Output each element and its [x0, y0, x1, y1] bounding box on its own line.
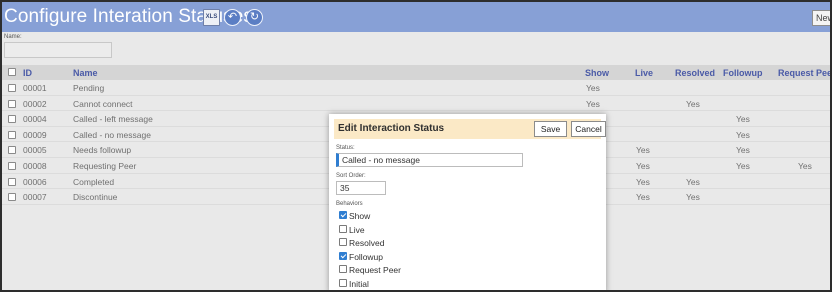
row-id: 00004	[23, 114, 47, 125]
followup-checkbox[interactable]	[339, 251, 347, 260]
row-followup-value: Yes	[736, 129, 750, 140]
row-name: Requesting Peer	[73, 160, 137, 171]
row-id: 00007	[23, 192, 47, 203]
row-resolved-value: Yes	[686, 98, 700, 109]
row-id: 00006	[23, 176, 47, 187]
new-button[interactable]: New	[812, 10, 830, 26]
column-header-request-peer[interactable]: Request Peer	[778, 68, 830, 78]
row-id: 00005	[23, 145, 47, 156]
excel-export-icon[interactable]: XLS	[203, 9, 220, 26]
request-peer-checkbox[interactable]	[339, 265, 347, 274]
row-id: 00001	[23, 83, 47, 93]
row-name: Cannot connect	[73, 98, 133, 109]
row-checkbox[interactable]	[8, 84, 16, 92]
status-label: Status:	[336, 145, 355, 151]
row-checkbox[interactable]	[8, 177, 16, 186]
row-followup-value: Yes	[736, 114, 750, 125]
initial-label: Initial	[349, 279, 369, 289]
name-filter-label: Name:	[4, 34, 22, 40]
table-row[interactable]: 00002 Cannot connect Yes Yes	[2, 95, 830, 112]
row-show-value: Yes	[586, 83, 600, 93]
app-frame: Configure Interation Statuses XLS ↶ ↻ Ne…	[0, 0, 832, 292]
row-name: Called - left message	[73, 114, 153, 125]
row-live-value: Yes	[636, 176, 650, 187]
back-arrow-icon[interactable]: ↶	[224, 9, 241, 26]
row-show-value: Yes	[586, 98, 600, 109]
table-row[interactable]: 00001 Pending Yes	[2, 80, 830, 96]
row-checkbox[interactable]	[8, 193, 16, 202]
row-live-value: Yes	[636, 160, 650, 171]
dialog-title: Edit Interaction Status	[338, 123, 445, 134]
row-id: 00009	[23, 129, 47, 140]
row-id: 00002	[23, 98, 47, 109]
edit-status-dialog: Edit Interaction Status Save Cancel Stat…	[329, 114, 606, 290]
page-header: Configure Interation Statuses XLS ↶ ↻ Ne…	[2, 2, 830, 32]
row-request-value: Yes	[798, 160, 812, 171]
resolved-checkbox[interactable]	[339, 238, 347, 247]
table-header-row: ID Name Show Live Resolved Followup Requ…	[2, 65, 830, 80]
show-checkbox[interactable]	[339, 211, 347, 219]
name-filter-input[interactable]	[4, 42, 112, 58]
row-followup-value: Yes	[736, 145, 750, 156]
sort-order-input[interactable]: 35	[336, 181, 386, 195]
live-label: Live	[349, 224, 365, 235]
row-name: Pending	[73, 83, 105, 93]
request-peer-label: Request Peer	[349, 265, 401, 276]
status-input[interactable]: Called - no message	[336, 153, 523, 167]
column-header-live[interactable]: Live	[635, 68, 653, 78]
row-checkbox[interactable]	[8, 161, 16, 170]
column-header-id[interactable]: ID	[23, 68, 32, 78]
row-name: Discontinue	[73, 192, 118, 203]
row-resolved-value: Yes	[686, 192, 700, 203]
row-resolved-value: Yes	[686, 176, 700, 187]
refresh-icon[interactable]: ↻	[246, 9, 263, 26]
behaviors-label: Behaviors	[336, 201, 363, 207]
sort-order-label: Sort Order:	[336, 173, 366, 179]
row-checkbox[interactable]	[8, 146, 16, 155]
column-header-followup[interactable]: Followup	[723, 68, 763, 78]
column-header-resolved[interactable]: Resolved	[675, 68, 715, 78]
column-header-name[interactable]: Name	[73, 68, 98, 78]
row-checkbox[interactable]	[8, 99, 16, 108]
row-checkbox[interactable]	[8, 130, 16, 139]
resolved-label: Resolved	[349, 238, 385, 249]
row-checkbox[interactable]	[8, 115, 16, 124]
row-name: Needs followup	[73, 145, 132, 156]
row-name: Completed	[73, 176, 115, 187]
row-live-value: Yes	[636, 192, 650, 203]
row-live-value: Yes	[636, 145, 650, 156]
select-all-checkbox[interactable]	[8, 68, 16, 76]
followup-label: Followup	[349, 251, 384, 262]
show-label: Show	[349, 211, 371, 221]
cancel-button[interactable]: Cancel	[571, 121, 606, 137]
dialog-header: Edit Interaction Status Save Cancel	[334, 119, 606, 139]
row-followup-value: Yes	[736, 160, 750, 171]
live-checkbox[interactable]	[339, 224, 347, 233]
initial-checkbox[interactable]	[339, 279, 347, 287]
row-id: 00008	[23, 160, 47, 171]
row-name: Called - no message	[73, 129, 151, 140]
column-header-show[interactable]: Show	[585, 68, 609, 78]
save-button[interactable]: Save	[534, 121, 567, 137]
